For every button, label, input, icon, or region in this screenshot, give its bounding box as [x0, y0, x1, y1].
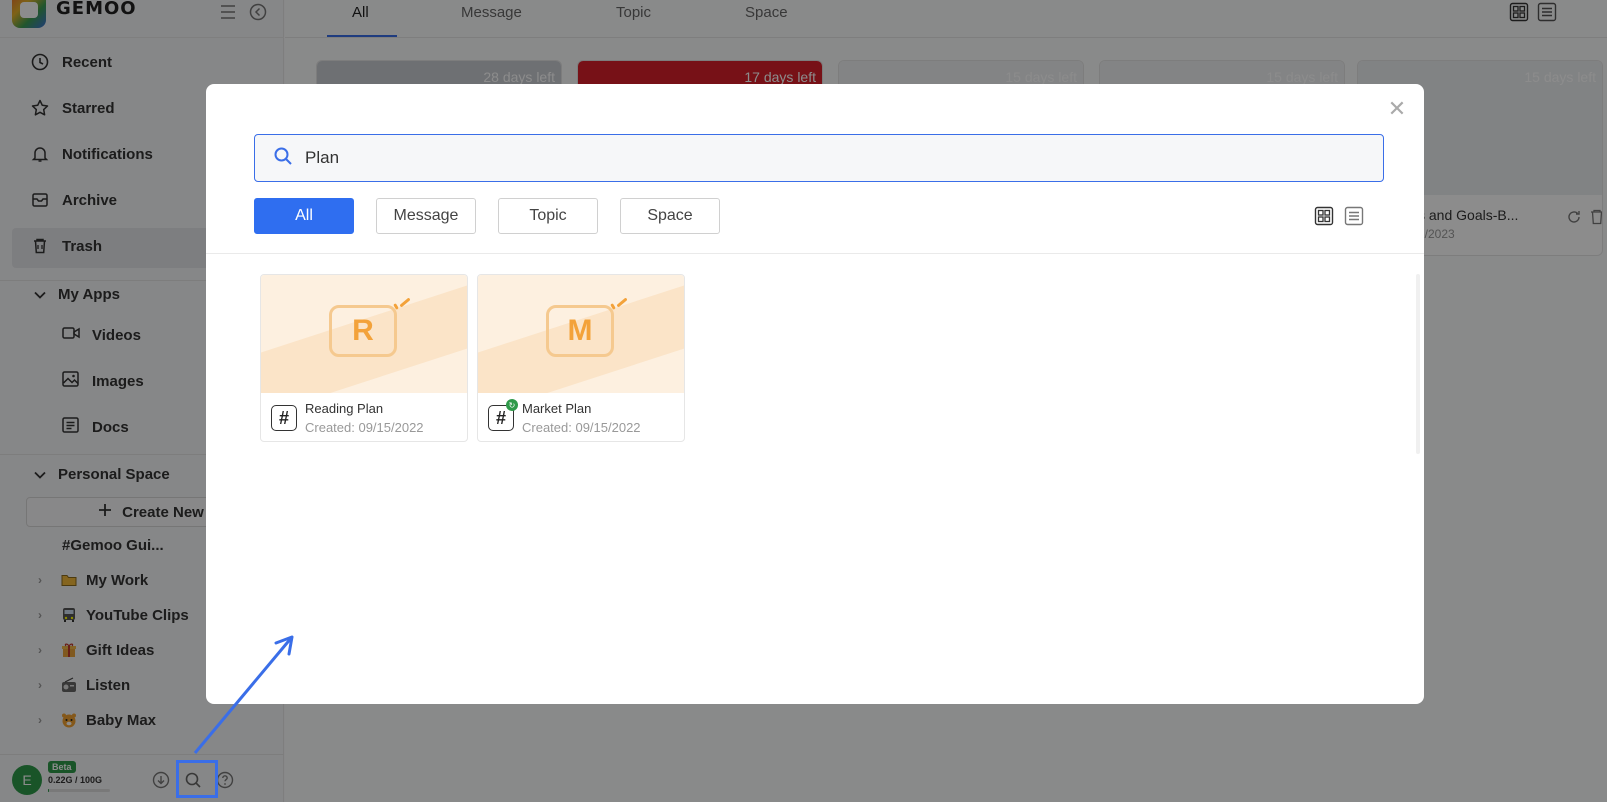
search-input[interactable]	[305, 148, 1305, 168]
topic-cover: R	[261, 275, 467, 393]
shared-badge-icon: ↻	[506, 399, 518, 411]
filter-topic-button[interactable]: Topic	[498, 198, 598, 234]
filter-message-button[interactable]: Message	[376, 198, 476, 234]
modal-divider	[206, 253, 1424, 254]
speech-bubble-icon: R	[329, 305, 397, 357]
search-modal: ✕ All Message Topic Space R # Reading Pl…	[206, 84, 1424, 704]
filter-tabs: All Message Topic Space	[254, 198, 720, 234]
list-view-icon[interactable]	[1344, 206, 1364, 231]
filter-space-button[interactable]: Space	[620, 198, 720, 234]
result-name: Market Plan	[522, 401, 592, 416]
result-card-reading-plan[interactable]: R # Reading Plan Created: 09/15/2022	[260, 274, 468, 442]
results-scrollbar[interactable]	[1416, 274, 1420, 454]
search-field[interactable]	[254, 134, 1384, 182]
grid-view-icon[interactable]	[1314, 206, 1334, 231]
result-created-date: Created: 09/15/2022	[305, 420, 424, 435]
topic-cover: M	[478, 275, 684, 393]
close-icon[interactable]: ✕	[1386, 98, 1408, 120]
result-created-date: Created: 09/15/2022	[522, 420, 641, 435]
result-card-market-plan[interactable]: M # ↻ Market Plan Created: 09/15/2022	[477, 274, 685, 442]
search-icon	[273, 146, 293, 171]
hashtag-icon: #	[271, 405, 297, 431]
search-button-highlight	[176, 760, 218, 798]
speech-bubble-icon: M	[546, 305, 614, 357]
filter-all-button[interactable]: All	[254, 198, 354, 234]
result-name: Reading Plan	[305, 401, 384, 416]
